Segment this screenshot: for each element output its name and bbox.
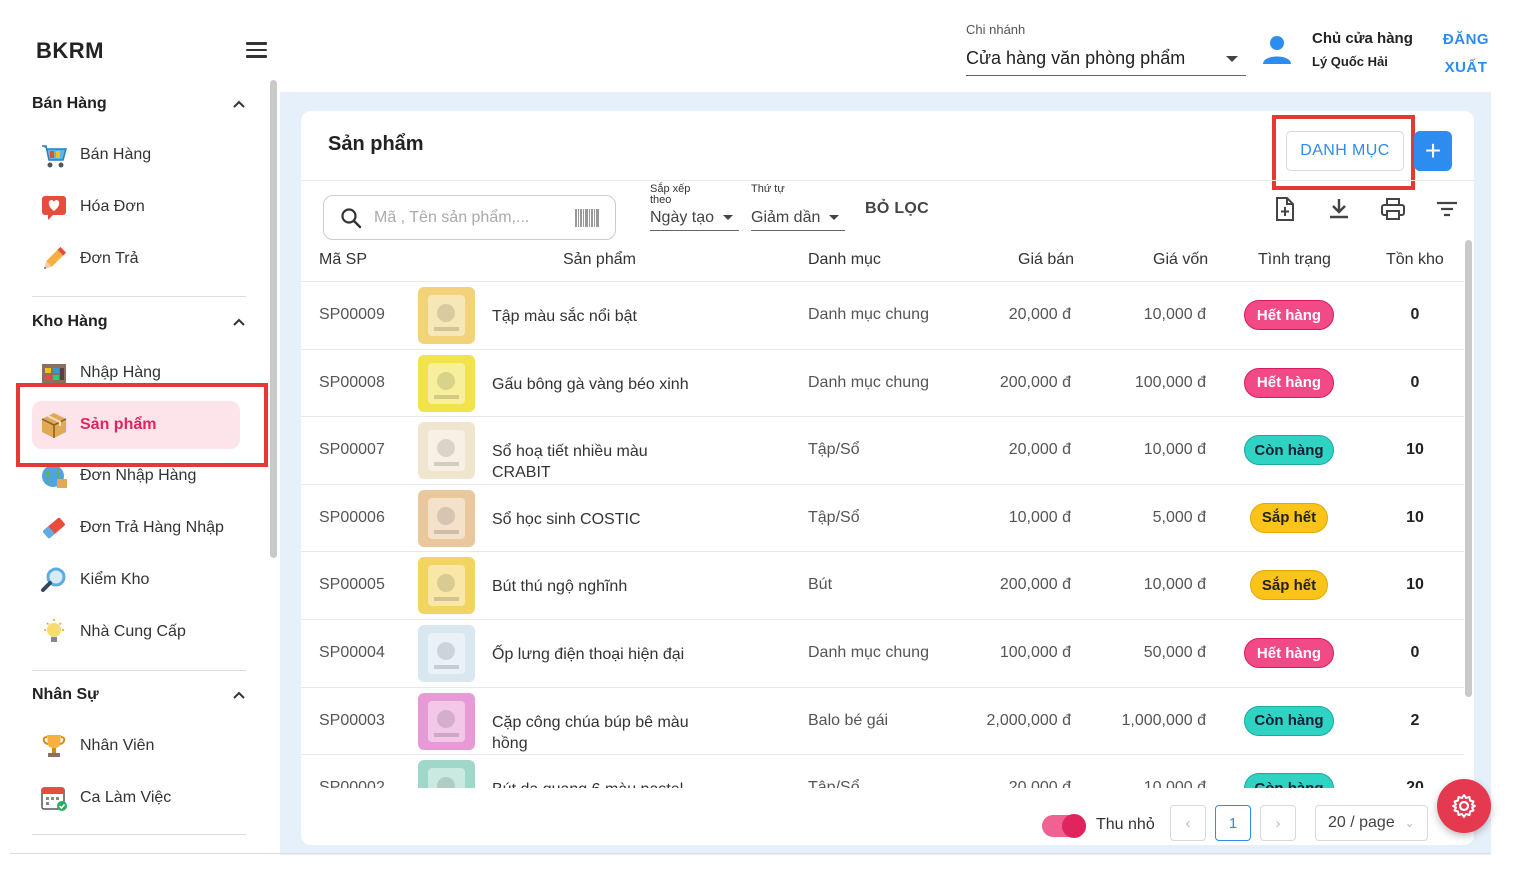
product-code: SP00005 [319, 576, 385, 594]
product-cost: 10,000 đ [1143, 576, 1206, 594]
product-code: SP00004 [319, 644, 385, 661]
product-price: 20,000 đ [1008, 306, 1071, 323]
product-cost: 1,000,000 đ [1121, 711, 1206, 729]
product-price: 200,000 đ [999, 576, 1071, 594]
toggle-knob [1062, 814, 1086, 838]
product-price: 20,000 đ [1008, 779, 1071, 788]
status-badge: Hết hàng [1244, 638, 1334, 668]
stock-count: 10 [1406, 441, 1424, 459]
product-name[interactable]: Bút thú ngộ nghĩnh [492, 576, 702, 597]
table-row[interactable]: SP00002 Bút dạ quang 6 màu pastel Tập/Sổ 20… [301, 754, 1464, 788]
table-body-viewport: SP00009 Tập màu sắc nổi bật Danh mục chung… [0, 0, 1518, 788]
product-code: SP00008 [319, 373, 385, 391]
status-badge: Còn hàng [1244, 773, 1334, 788]
product-cost: 10,000 đ [1143, 306, 1206, 323]
sidebar-divider [32, 834, 246, 835]
table-row[interactable]: SP00004 Ốp lưng điện thoại hiện đại Danh m… [301, 619, 1464, 686]
product-name[interactable]: Sổ hoạ tiết nhiều màu CRABIT [492, 441, 702, 483]
product-name[interactable]: Tập màu sắc nổi bật [492, 306, 702, 327]
product-code: SP00007 [319, 441, 385, 459]
page-size-select[interactable]: 20 / page ⌄ [1315, 805, 1428, 841]
sidebar-item-label: Ca Làm Việc [80, 789, 172, 806]
status-badge: Sắp hết [1250, 570, 1328, 601]
product-name[interactable]: Bút dạ quang 6 màu pastel [492, 779, 702, 788]
product-price: 100,000 đ [999, 644, 1071, 661]
product-name[interactable]: Cặp công chúa búp bê màu hồng [492, 712, 702, 754]
status-badge: Còn hàng [1244, 705, 1334, 736]
gear-icon [1452, 794, 1476, 818]
status-badge: Hết hàng [1244, 300, 1334, 330]
stock-count: 2 [1410, 711, 1420, 729]
table-row[interactable]: SP00006 Sổ học sinh COSTIC Tập/Sổ 10,000 đ 5… [301, 483, 1464, 551]
stock-count: 0 [1410, 644, 1420, 661]
product-cost: 5,000 đ [1152, 508, 1206, 526]
table-row[interactable]: SP00008 Gấu bông gà vàng béo xinh Danh mục… [301, 348, 1464, 416]
product-thumbnail [418, 354, 475, 412]
table-row[interactable]: SP00003 Cặp công chúa búp bê màu hồng Balo… [301, 686, 1464, 754]
stock-count: 10 [1406, 576, 1424, 594]
table-row[interactable]: SP00005 Bút thú ngộ nghĩnh Bút 200,000 đ 10,… [301, 551, 1464, 618]
compact-toggle[interactable] [1042, 814, 1086, 838]
prev-page-button[interactable]: ‹ [1170, 805, 1206, 841]
product-thumbnail [418, 760, 475, 788]
stock-count: 0 [1410, 373, 1420, 391]
product-cost: 10,000 đ [1143, 441, 1206, 459]
product-price: 20,000 đ [1008, 441, 1071, 459]
product-cost: 10,000 đ [1143, 779, 1206, 788]
product-category: Danh mục chung [808, 306, 929, 323]
product-cost: 100,000 đ [1134, 373, 1206, 391]
stock-count: 10 [1406, 508, 1424, 526]
status-badge: Sắp hết [1250, 502, 1328, 533]
page-number-button[interactable]: 1 [1215, 805, 1251, 841]
settings-button[interactable] [1437, 779, 1491, 833]
product-category: Balo bé gái [808, 711, 889, 729]
product-category: Danh mục chung [808, 644, 929, 661]
next-page-button[interactable]: › [1260, 805, 1296, 841]
bottom-divider [10, 853, 1490, 854]
table-row[interactable]: SP00009 Tập màu sắc nổi bật Danh mục chung… [301, 281, 1464, 348]
product-code: SP00009 [319, 306, 385, 323]
product-thumbnail [418, 287, 475, 344]
product-code: SP00006 [319, 508, 385, 526]
compact-toggle-label: Thu nhỏ [1096, 816, 1155, 833]
product-price: 2,000,000 đ [986, 711, 1071, 729]
product-category: Bút [808, 576, 833, 594]
product-name[interactable]: Ốp lưng điện thoại hiện đại [492, 644, 702, 665]
product-thumbnail [418, 422, 475, 480]
product-thumbnail [418, 692, 475, 750]
product-category: Danh mục chung [808, 373, 929, 391]
product-thumbnail [418, 489, 475, 547]
product-category: Tập/Sổ [808, 441, 860, 459]
table-row[interactable]: SP00007 Sổ hoạ tiết nhiều màu CRABIT Tập/S… [301, 416, 1464, 483]
chevron-down-icon: ⌄ [1404, 816, 1415, 830]
product-thumbnail [418, 625, 475, 682]
product-code: SP00002 [319, 779, 385, 788]
status-badge: Còn hàng [1244, 435, 1334, 466]
stock-count: 0 [1410, 306, 1420, 323]
product-category: Tập/Sổ [808, 508, 860, 526]
product-name[interactable]: Sổ học sinh COSTIC [492, 509, 702, 530]
product-name[interactable]: Gấu bông gà vàng béo xinh [492, 374, 702, 395]
product-cost: 50,000 đ [1143, 644, 1206, 661]
product-price: 200,000 đ [999, 373, 1071, 391]
product-price: 10,000 đ [1008, 508, 1071, 526]
product-code: SP00003 [319, 711, 385, 729]
status-badge: Hết hàng [1244, 367, 1334, 398]
stock-count: 20 [1406, 779, 1424, 788]
product-thumbnail [418, 557, 475, 615]
table-scrollbar[interactable] [1465, 240, 1472, 697]
page-size-value: 20 / page [1328, 814, 1395, 831]
product-category: Tập/Sổ [808, 779, 860, 788]
